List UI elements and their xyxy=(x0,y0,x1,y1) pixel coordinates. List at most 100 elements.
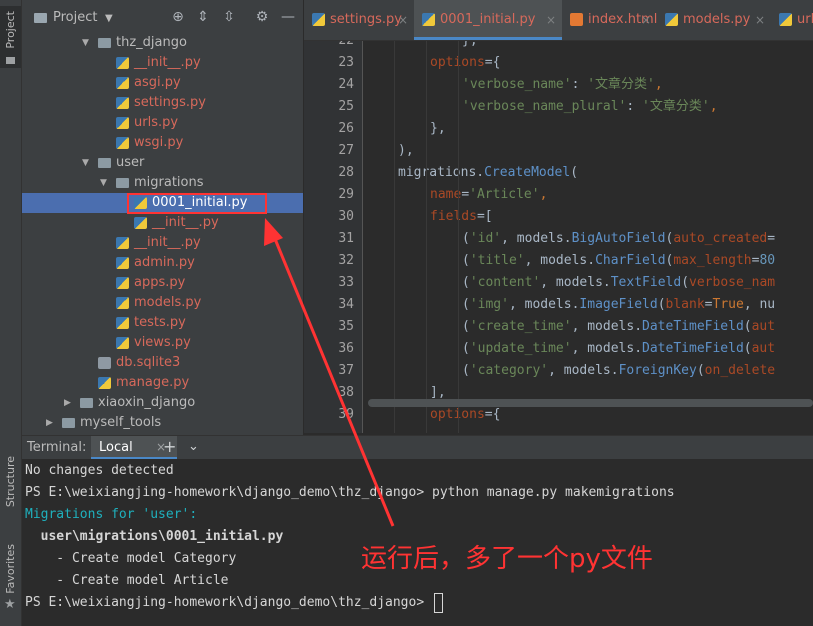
editor-tab[interactable]: urls xyxy=(771,0,813,40)
code-token: TextField xyxy=(610,275,682,290)
tool-tab-favorites[interactable]: Favorites ★ xyxy=(0,540,21,612)
collapse-all-icon[interactable]: ⇳ xyxy=(221,9,237,25)
tree-item[interactable]: wsgi.py xyxy=(22,133,303,153)
chevron-right-icon[interactable]: ▶ xyxy=(46,413,53,433)
code-token: ( xyxy=(743,341,752,356)
code-line[interactable]: 'verbose_name': '文章分类', xyxy=(462,74,813,96)
code-token: CharField xyxy=(595,253,666,268)
tool-tab-project-label: Project xyxy=(4,11,17,49)
code-line[interactable]: 'verbose_name_plural': '文章分类', xyxy=(462,96,813,118)
editor-tab[interactable]: index.html × xyxy=(562,0,657,40)
tree-item[interactable]: db.sqlite3 xyxy=(22,353,303,373)
editor-tab[interactable]: models.py × xyxy=(657,0,771,40)
code-token: 80 xyxy=(759,253,776,268)
chevron-down-icon[interactable]: ▼ xyxy=(105,13,113,24)
add-icon[interactable]: + xyxy=(163,437,176,456)
code-line[interactable]: fields=[ xyxy=(430,206,813,228)
horizontal-scrollbar[interactable] xyxy=(368,399,813,407)
tree-item[interactable]: admin.py xyxy=(22,253,303,273)
code-line[interactable]: ('category', models.ForeignKey(on_delete xyxy=(462,360,813,382)
tree-item[interactable]: manage.py xyxy=(22,373,303,393)
chevron-down-icon[interactable]: ▼ xyxy=(82,153,89,173)
gear-icon[interactable]: ⚙ xyxy=(254,9,270,25)
folder-icon xyxy=(98,158,111,168)
chevron-down-icon[interactable]: ▼ xyxy=(100,173,107,193)
tree-item-label: settings.py xyxy=(134,95,206,110)
tree-item[interactable]: __init__.py xyxy=(22,233,303,253)
code-line[interactable]: ('img', models.ImageField(blank=True, nu xyxy=(462,294,813,316)
tree-item-label: models.py xyxy=(134,295,202,310)
tool-tab-project[interactable]: Project xyxy=(0,6,21,68)
tree-item[interactable]: asgi.py xyxy=(22,73,303,93)
code-line[interactable]: options={ xyxy=(430,52,813,74)
code-line[interactable]: ('create_time', models.DateTimeField(aut xyxy=(462,316,813,338)
code-token: , nu xyxy=(743,297,776,312)
terminal-cursor[interactable] xyxy=(434,592,443,613)
code-token: , xyxy=(539,187,548,202)
tool-tab-structure-label: Structure xyxy=(4,456,17,508)
close-icon[interactable]: × xyxy=(755,0,765,40)
terminal-line: PS E:\weixiangjing-homework\django_demo\… xyxy=(25,482,675,504)
terminal-header: Terminal: Local × + ⌄ xyxy=(22,435,813,460)
code-token: , xyxy=(654,77,663,92)
close-icon[interactable]: × xyxy=(398,0,408,40)
editor-tab[interactable]: 0001_initial.py × xyxy=(414,0,562,40)
tree-item[interactable]: ▼ user xyxy=(22,153,303,173)
chevron-right-icon[interactable]: ▶ xyxy=(64,393,71,413)
tool-tab-structure[interactable]: Structure xyxy=(0,452,21,512)
tree-item[interactable]: __init__.py xyxy=(22,53,303,73)
tree-item[interactable]: views.py xyxy=(22,333,303,353)
editor-tab-label: models.py xyxy=(683,12,751,27)
code-token: ( xyxy=(462,341,470,356)
code-line[interactable]: migrations.CreateModel( xyxy=(398,162,813,184)
code-line[interactable]: ), xyxy=(398,140,813,162)
code-token: 'category' xyxy=(469,363,549,378)
project-panel-header: Project ▼ ⊕ ⇕ ⇳ ⚙ — xyxy=(22,0,303,32)
code-line[interactable]: options={ xyxy=(430,404,813,426)
code-token: ( xyxy=(462,253,470,268)
code-token: , models. xyxy=(524,253,596,268)
chevron-down-icon[interactable]: ⌄ xyxy=(188,439,199,454)
terminal-line-text: No changes detected xyxy=(25,463,174,478)
code-line[interactable]: ('update_time', models.DateTimeField(aut xyxy=(462,338,813,360)
code-area[interactable]: },options={'verbose_name': '文章分类','verbo… xyxy=(304,41,813,433)
hide-icon[interactable]: — xyxy=(280,9,296,25)
tree-item-label: urls.py xyxy=(134,115,179,130)
tree-item[interactable]: ▼ migrations xyxy=(22,173,303,193)
expand-all-icon[interactable]: ⇕ xyxy=(195,9,211,25)
python-file-icon xyxy=(312,13,325,26)
editor-tab[interactable]: settings.py × xyxy=(304,0,414,40)
tree-item[interactable]: tests.py xyxy=(22,313,303,333)
tree-item-label: myself_tools xyxy=(80,415,162,430)
code-token: , models. xyxy=(571,319,643,334)
code-line[interactable]: ('id', models.BigAutoField(auto_created= xyxy=(462,228,813,250)
tree-item[interactable]: apps.py xyxy=(22,273,303,293)
code-line[interactable]: ('title', models.CharField(max_length=80 xyxy=(462,250,813,272)
tree-item[interactable]: settings.py xyxy=(22,93,303,113)
code-editor[interactable]: 222324252627282930313233343536373839 },o… xyxy=(304,41,813,433)
code-line[interactable]: }, xyxy=(462,41,813,52)
project-panel-title[interactable]: Project xyxy=(53,10,97,25)
code-line[interactable]: name='Article', xyxy=(430,184,813,206)
python-file-icon xyxy=(422,13,435,26)
code-token: 'create_time' xyxy=(469,319,572,334)
chevron-down-icon[interactable]: ▼ xyxy=(82,33,89,53)
database-icon xyxy=(98,357,111,369)
tree-item[interactable]: models.py xyxy=(22,293,303,313)
tree-item[interactable]: ▶ xiaoxin_django xyxy=(22,393,303,413)
code-token: max_length xyxy=(673,253,752,268)
code-token: ( xyxy=(462,231,470,246)
close-icon[interactable]: × xyxy=(641,0,651,40)
terminal-line-text: PS E:\weixiangjing-homework\django_demo\… xyxy=(25,595,432,610)
tree-item[interactable]: ▼ thz_django xyxy=(22,33,303,53)
tree-item[interactable]: urls.py xyxy=(22,113,303,133)
python-file-icon xyxy=(116,77,129,89)
highlight-box xyxy=(127,193,267,214)
close-icon[interactable]: × xyxy=(546,0,556,40)
code-token: 'id' xyxy=(469,231,502,246)
tree-item[interactable]: ▶ myself_tools xyxy=(22,413,303,433)
tree-item[interactable]: __init__.py xyxy=(22,213,303,233)
code-line[interactable]: }, xyxy=(430,118,813,140)
locate-icon[interactable]: ⊕ xyxy=(170,9,186,25)
code-line[interactable]: ('content', models.TextField(verbose_nam xyxy=(462,272,813,294)
